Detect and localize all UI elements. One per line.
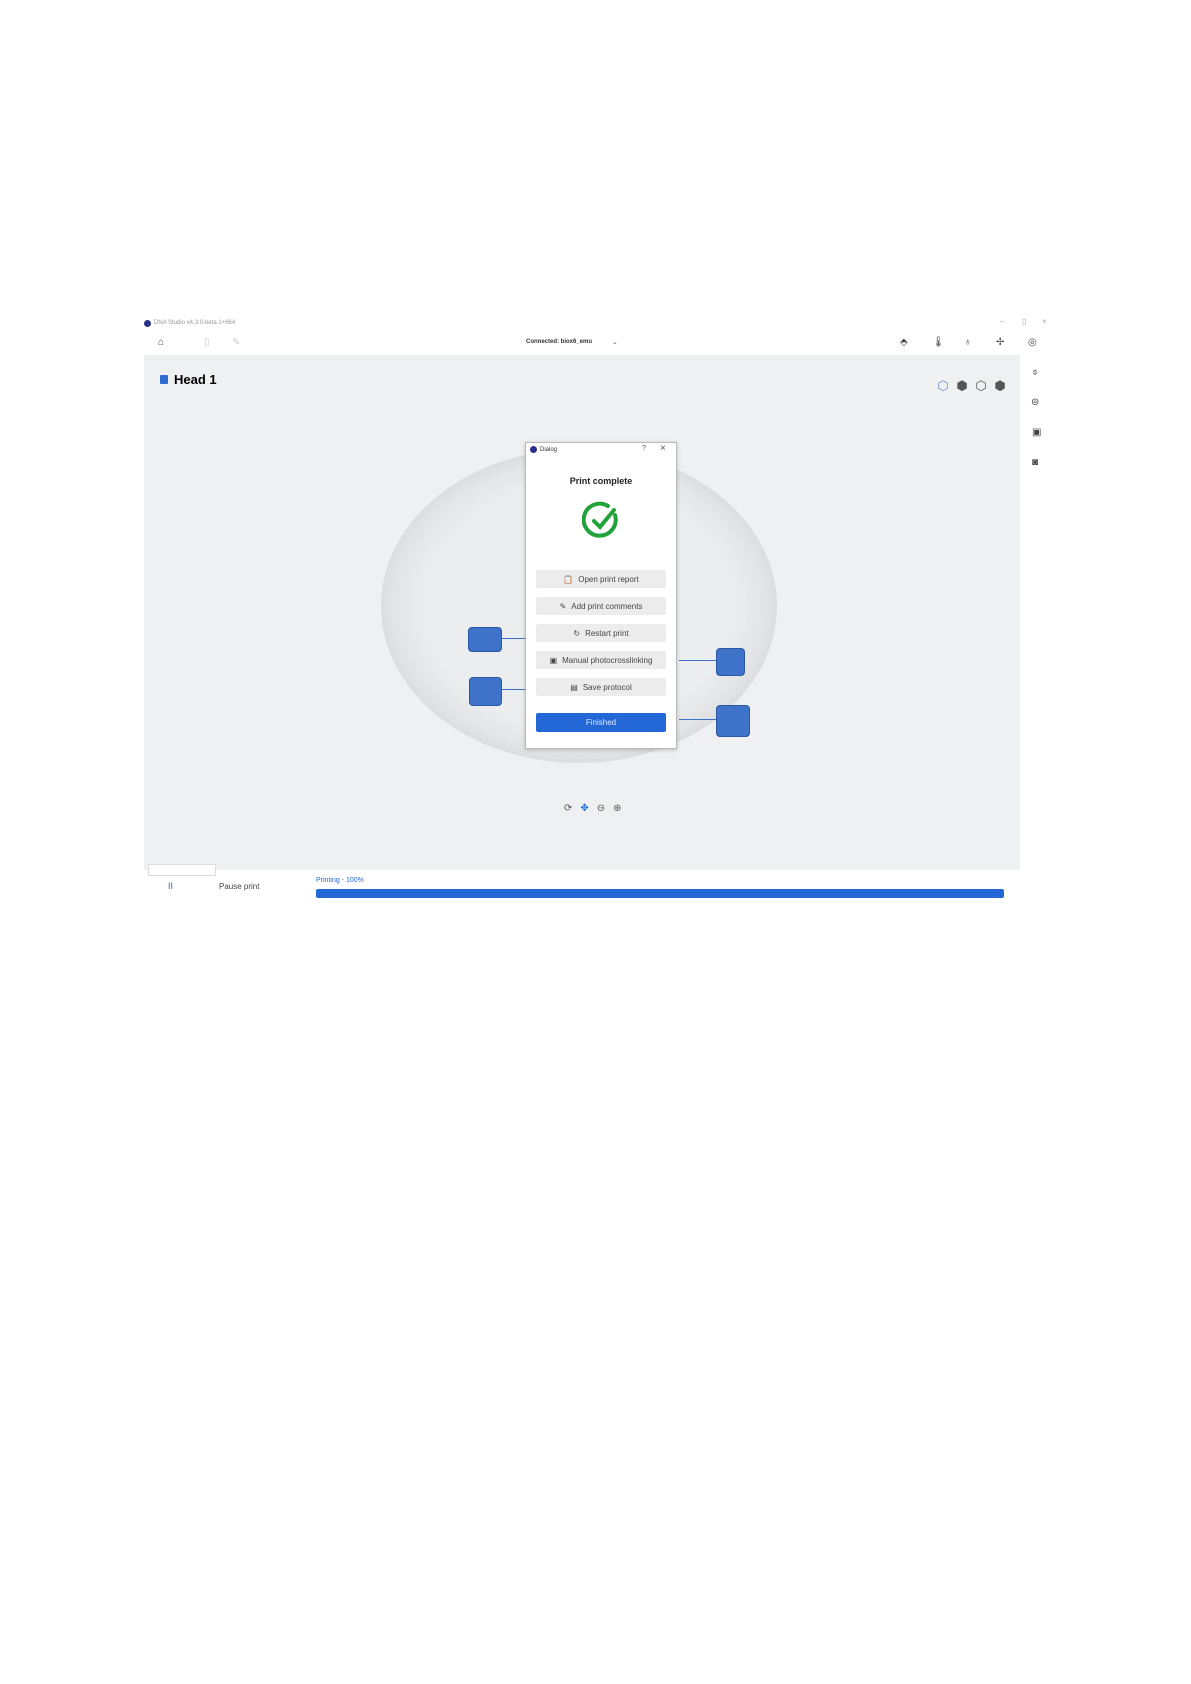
button-label: Open print report [578, 574, 639, 584]
add-print-comments-button[interactable]: ✎ Add print comments [536, 597, 666, 615]
progress-label: Printing - 100% [316, 877, 364, 884]
printer-icon[interactable]: ▣ [1032, 427, 1041, 438]
callout-box [716, 648, 745, 676]
right-sidebar: ⌽ ⊜ ▣ ◙ [1020, 355, 1056, 870]
help-button[interactable]: ? [642, 445, 646, 452]
snapshot-icon[interactable]: ◙ [1032, 457, 1038, 468]
print-complete-dialog: Dialog ? × Print complete 📋 Open print re… [525, 442, 677, 749]
save-protocol-button[interactable]: ▤ Save protocol [536, 678, 666, 696]
comment-icon: ✎ [559, 601, 567, 611]
dialog-title: Dialog [540, 446, 558, 453]
cube-view-side-icon[interactable]: ⬡ [974, 379, 988, 393]
camera-icon[interactable]: ◎ [1028, 337, 1037, 348]
close-button[interactable]: × [1042, 317, 1047, 326]
thermometer-icon[interactable]: 🌡︎ [932, 337, 945, 348]
zoom-out-icon[interactable]: ⊖ [597, 803, 605, 814]
photocrosslink-icon: ▣ [549, 655, 558, 665]
dialog-heading: Print complete [569, 476, 633, 486]
title-text: DNA Studio v4.3.0-beta.1+664 [154, 320, 236, 326]
button-label: Add print comments [571, 601, 643, 611]
button-label: Save protocol [582, 682, 632, 692]
cube-view-top-icon[interactable]: ⬢ [993, 379, 1007, 393]
callout-arrow [500, 638, 525, 639]
view-controls: ⟳ ✥ ⊖ ⊕ [564, 803, 622, 814]
pipette-icon[interactable]: ⌽ [1032, 367, 1038, 378]
callout-arrow [500, 689, 525, 690]
maximize-button[interactable]: ▯ [1022, 317, 1026, 326]
zoom-in-icon[interactable]: ⊕ [613, 803, 621, 814]
head-label: Head 1 [160, 372, 217, 387]
finished-button[interactable]: Finished [536, 713, 666, 732]
light-icon[interactable]: ♁ [964, 337, 972, 348]
viewport[interactable]: Head 1 ⬡ ⬢ ⬡ ⬢ Dialog ? × Print complete… [144, 355, 1020, 898]
rotate-icon[interactable]: ⟳ [564, 803, 572, 814]
cube-view-front-icon[interactable]: ⬢ [955, 379, 969, 393]
fan-icon[interactable]: ✢ [996, 337, 1004, 348]
manual-photocrosslinking-button[interactable]: ▣ Manual photocrosslinking [536, 651, 666, 669]
chevron-down-icon[interactable]: ⌄ [612, 338, 618, 346]
taskbar-thumbnail [148, 864, 216, 876]
connection-status[interactable]: Connected: biox6_emu [526, 339, 592, 345]
report-icon: 📋 [563, 574, 574, 584]
check-circle-icon [582, 501, 618, 538]
app-logo-icon [144, 319, 151, 327]
layers-icon[interactable]: ▯ [204, 337, 210, 348]
callout-box [468, 627, 502, 652]
edit-icon[interactable]: ✎ [232, 337, 240, 348]
restart-print-button[interactable]: ↻ Restart print [536, 624, 666, 642]
pan-icon[interactable]: ✥ [580, 803, 588, 814]
cube-view-iso-icon[interactable]: ⬡ [936, 379, 950, 393]
minimize-button[interactable]: – [1000, 317, 1004, 326]
restart-icon: ↻ [573, 628, 581, 638]
dish-icon[interactable]: ⊜ [1031, 397, 1039, 408]
window-title: DNA Studio v4.3.0-beta.1+664 [144, 317, 235, 329]
button-label: Manual photocrosslinking [562, 655, 653, 665]
callout-arrow [679, 660, 716, 661]
open-print-report-button[interactable]: 📋 Open print report [536, 570, 666, 588]
callout-arrow [679, 719, 716, 720]
callout-box [469, 677, 502, 706]
dialog-close-button[interactable]: × [660, 443, 666, 454]
pause-print-button[interactable]: Pause print [219, 882, 259, 891]
toolbar: ⌂ ▯ ✎ Connected: biox6_emu ⌄ ⬘ 🌡︎ ♁ ✢ ◎ [144, 331, 1056, 353]
head-name: Head 1 [174, 372, 217, 387]
dialog-logo-icon [530, 446, 537, 453]
head-color-swatch [160, 375, 168, 384]
button-label: Restart print [585, 628, 629, 638]
home-icon[interactable]: ⌂ [158, 337, 164, 348]
print-progress-bar [316, 889, 1004, 898]
view-cubes: ⬡ ⬢ ⬡ ⬢ [936, 379, 1007, 393]
nozzle-icon[interactable]: ⬘ [900, 337, 908, 348]
save-icon: ▤ [570, 682, 578, 692]
callout-box [716, 705, 750, 737]
pause-icon[interactable]: II [168, 881, 173, 891]
app-window: DNA Studio v4.3.0-beta.1+664 – ▯ × ⌂ ▯ ✎… [144, 317, 1056, 898]
